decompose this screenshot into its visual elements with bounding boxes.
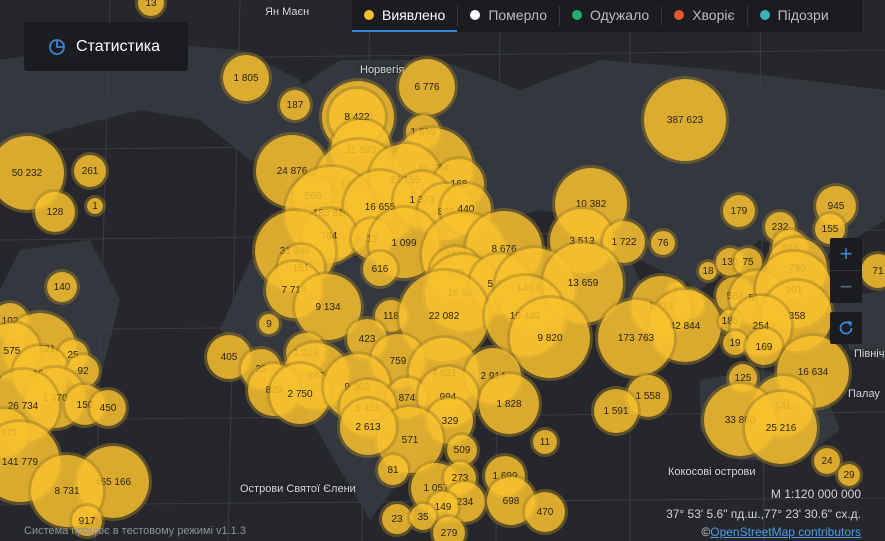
- case-bubble[interactable]: 9: [259, 314, 279, 334]
- tab-detected-label: Виявлено: [382, 7, 446, 23]
- map-canvas[interactable]: Ян Маєн Норвегія Острови Святої Єлени Ко…: [0, 0, 885, 541]
- tab-suspected-label: Підозри: [777, 7, 829, 23]
- case-bubble[interactable]: 616: [363, 252, 397, 286]
- case-bubble[interactable]: 18: [699, 262, 717, 280]
- case-bubble[interactable]: 173 763: [598, 300, 674, 376]
- case-bubble[interactable]: 261: [74, 155, 106, 187]
- case-bubble[interactable]: 29: [838, 464, 860, 486]
- case-bubble[interactable]: 23: [382, 504, 412, 534]
- case-bubble[interactable]: 1: [87, 198, 103, 214]
- case-bubble[interactable]: 140: [47, 272, 77, 302]
- pie-chart-icon: [49, 38, 65, 55]
- case-bubble[interactable]: 509: [447, 435, 477, 465]
- case-bubble[interactable]: 1 591: [594, 389, 638, 433]
- case-bubble[interactable]: 2 613: [340, 399, 396, 455]
- case-bubble[interactable]: 25 216: [745, 392, 817, 464]
- tab-recovered[interactable]: Одужало: [560, 0, 661, 32]
- case-bubble[interactable]: 187: [280, 90, 310, 120]
- reset-view-button[interactable]: [830, 312, 862, 344]
- case-bubble[interactable]: 279: [433, 517, 465, 541]
- cursor-coordinates: 37° 53' 5.6" пд.ш.,77° 23' 30.6" сх.д.: [666, 507, 861, 521]
- case-bubble[interactable]: 2 750: [270, 364, 330, 424]
- tab-suspected[interactable]: Підозри: [748, 0, 841, 32]
- filter-bar: Виявлено Померло Одужало Хворіє Підозри: [352, 0, 862, 32]
- case-bubble[interactable]: 128: [35, 192, 75, 232]
- case-bubble[interactable]: 6 776: [399, 59, 455, 115]
- case-bubble[interactable]: 387 623: [644, 79, 726, 161]
- case-bubble[interactable]: 24: [814, 448, 840, 474]
- osm-contributors-link[interactable]: OpenStreetMap contributors: [710, 525, 861, 539]
- statistics-button[interactable]: Статистика: [24, 22, 188, 71]
- statistics-button-label: Статистика: [76, 37, 161, 55]
- tab-recovered-label: Одужало: [590, 7, 650, 23]
- case-bubble[interactable]: 35: [410, 504, 436, 530]
- zoom-control: + −: [830, 238, 862, 303]
- case-bubble[interactable]: 81: [378, 455, 408, 485]
- case-bubble[interactable]: 11: [533, 430, 557, 454]
- case-bubble[interactable]: 13: [138, 0, 164, 16]
- case-bubble[interactable]: 71: [861, 254, 885, 288]
- case-bubble[interactable]: 1 828: [479, 374, 539, 434]
- died-dot-icon: [470, 10, 481, 20]
- tab-died[interactable]: Померло: [458, 0, 559, 32]
- test-mode-note: Система працює в тестовому режимі v1.1.3: [24, 525, 246, 537]
- tab-detected[interactable]: Виявлено: [352, 0, 458, 32]
- case-bubbles-layer: 131 80518736 4766 776387 6238 4221 85950…: [0, 0, 885, 541]
- case-bubble[interactable]: 470: [525, 492, 565, 532]
- case-bubble[interactable]: 9 820: [510, 298, 590, 378]
- case-bubble[interactable]: 179: [723, 195, 755, 227]
- zoom-in-button[interactable]: +: [830, 238, 862, 270]
- detected-dot-icon: [364, 10, 374, 20]
- suspected-dot-icon: [759, 10, 770, 20]
- map-scale: М 1:120 000 000: [770, 487, 861, 501]
- tab-sick-label: Хворіє: [692, 7, 735, 23]
- case-bubble[interactable]: 450: [90, 390, 126, 426]
- sick-dot-icon: [674, 10, 685, 20]
- tab-sick[interactable]: Хворіє: [662, 0, 746, 32]
- case-bubble[interactable]: 169: [746, 329, 782, 365]
- case-bubble[interactable]: 1 805: [223, 55, 269, 101]
- zoom-out-button[interactable]: −: [830, 271, 862, 303]
- tab-died-label: Померло: [488, 7, 548, 23]
- attribution-prefix: ©: [701, 525, 711, 539]
- case-bubble[interactable]: 19: [723, 331, 747, 355]
- case-bubble[interactable]: 76: [651, 231, 675, 255]
- refresh-icon: [839, 320, 853, 335]
- map-attribution: ©OpenStreetMap contributors: [701, 525, 861, 539]
- recovered-dot-icon: [572, 10, 583, 20]
